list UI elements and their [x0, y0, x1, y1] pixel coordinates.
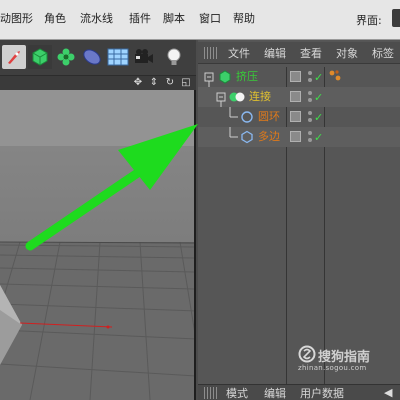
object-manager-menubar: 文件 编辑 查看 对象 标签	[198, 42, 400, 64]
render-visibility-dot[interactable]	[308, 138, 312, 142]
menu-help[interactable]: 帮助	[233, 12, 255, 26]
camera-icon[interactable]	[132, 45, 156, 69]
rocket-icon[interactable]	[2, 45, 26, 69]
enabled-check-icon[interactable]: ✓	[314, 112, 323, 124]
editor-visibility-dot[interactable]	[308, 91, 312, 95]
editor-visibility-dot[interactable]	[308, 111, 312, 115]
editor-visibility-dot[interactable]	[308, 71, 312, 75]
enabled-check-icon[interactable]: ✓	[314, 72, 323, 84]
extrude-icon	[219, 70, 231, 84]
rotate-view-icon[interactable]: ↻	[164, 77, 176, 89]
sogou-logo-icon	[298, 345, 316, 363]
polygon-spline-icon	[241, 130, 253, 144]
editor-visibility-dot[interactable]	[308, 131, 312, 135]
object-name-circle: 圆环	[258, 110, 280, 123]
object-row-polygon[interactable]: 多边 ✓	[198, 127, 400, 147]
om-menu-tags[interactable]: 标签	[372, 47, 394, 60]
menu-plugins[interactable]: 插件	[129, 12, 151, 26]
move-view-icon[interactable]: ✥	[132, 77, 144, 89]
gear-flower-icon[interactable]	[54, 45, 78, 69]
light-bulb-icon[interactable]	[162, 45, 186, 69]
cinema4d-window: 动图形 角色 流水线 插件 脚本 窗口 帮助 界面: ✥ ⇕ ↻ ◱ 文件 编辑…	[0, 0, 400, 400]
viewport-scene	[0, 90, 194, 400]
om-menu-view[interactable]: 查看	[300, 47, 322, 60]
main-toolbar	[0, 40, 196, 76]
render-visibility-dot[interactable]	[308, 118, 312, 122]
layer-swatch[interactable]	[290, 71, 301, 82]
back-arrow-icon[interactable]: ◀	[384, 386, 392, 399]
attr-tab-edit[interactable]: 编辑	[264, 387, 286, 400]
watermark-title: 搜狗指南	[318, 350, 371, 365]
om-menu-edit[interactable]: 编辑	[264, 47, 286, 60]
attr-tab-userdata[interactable]: 用户数据	[300, 387, 344, 400]
enabled-check-icon[interactable]: ✓	[314, 92, 323, 104]
cube-icon[interactable]	[28, 45, 52, 69]
render-visibility-dot[interactable]	[308, 78, 312, 82]
zoom-view-icon[interactable]: ⇕	[148, 77, 160, 89]
om-menu-objects[interactable]: 对象	[336, 47, 358, 60]
object-tree: 挤压 ✓ 连接 ✓ 圆环 ✓ 多边 ✓	[198, 67, 400, 367]
layout-dropdown[interactable]	[392, 9, 400, 27]
menu-character[interactable]: 角色	[44, 12, 66, 26]
menu-mograph[interactable]: 动图形	[0, 12, 33, 26]
circle-spline-icon	[241, 111, 253, 123]
menu-window[interactable]: 窗口	[199, 12, 221, 26]
object-row-connect[interactable]: 连接 ✓	[198, 87, 400, 107]
layout-label: 界面:	[356, 14, 382, 27]
viewport-header: ✥ ⇕ ↻ ◱	[0, 76, 196, 90]
object-name-connect: 连接	[249, 90, 271, 103]
layer-swatch[interactable]	[290, 111, 301, 122]
3d-viewport[interactable]	[0, 90, 196, 400]
object-name-extrude: 挤压	[236, 70, 258, 83]
maximize-view-icon[interactable]: ◱	[180, 77, 192, 89]
sogou-watermark: 搜狗指南 zhinan.sogou.com	[290, 342, 400, 374]
connect-icon	[229, 92, 245, 102]
grid-plane-icon[interactable]	[106, 45, 130, 69]
attr-tab-mode[interactable]: 模式	[226, 387, 248, 400]
panel-grip-icon[interactable]	[204, 387, 218, 399]
capsule-icon[interactable]	[80, 45, 104, 69]
menu-bar: 动图形 角色 流水线 插件 脚本 窗口 帮助 界面:	[0, 0, 400, 40]
enabled-check-icon[interactable]: ✓	[314, 132, 323, 144]
tag-dots-icon[interactable]	[328, 69, 344, 83]
object-row-circle[interactable]: 圆环 ✓	[198, 107, 400, 127]
object-row-extrude[interactable]: 挤压 ✓	[198, 67, 400, 87]
layer-swatch[interactable]	[290, 91, 301, 102]
om-menu-file[interactable]: 文件	[228, 47, 250, 60]
panel-grip-icon[interactable]	[204, 47, 218, 59]
menu-script[interactable]: 脚本	[163, 12, 185, 26]
menu-pipeline[interactable]: 流水线	[80, 12, 113, 26]
render-visibility-dot[interactable]	[308, 98, 312, 102]
attribute-manager-bar: 模式 编辑 用户数据 ◀	[198, 384, 400, 400]
layer-swatch[interactable]	[290, 131, 301, 142]
watermark-url: zhinan.sogou.com	[298, 364, 367, 372]
object-name-polygon: 多边	[258, 130, 280, 143]
